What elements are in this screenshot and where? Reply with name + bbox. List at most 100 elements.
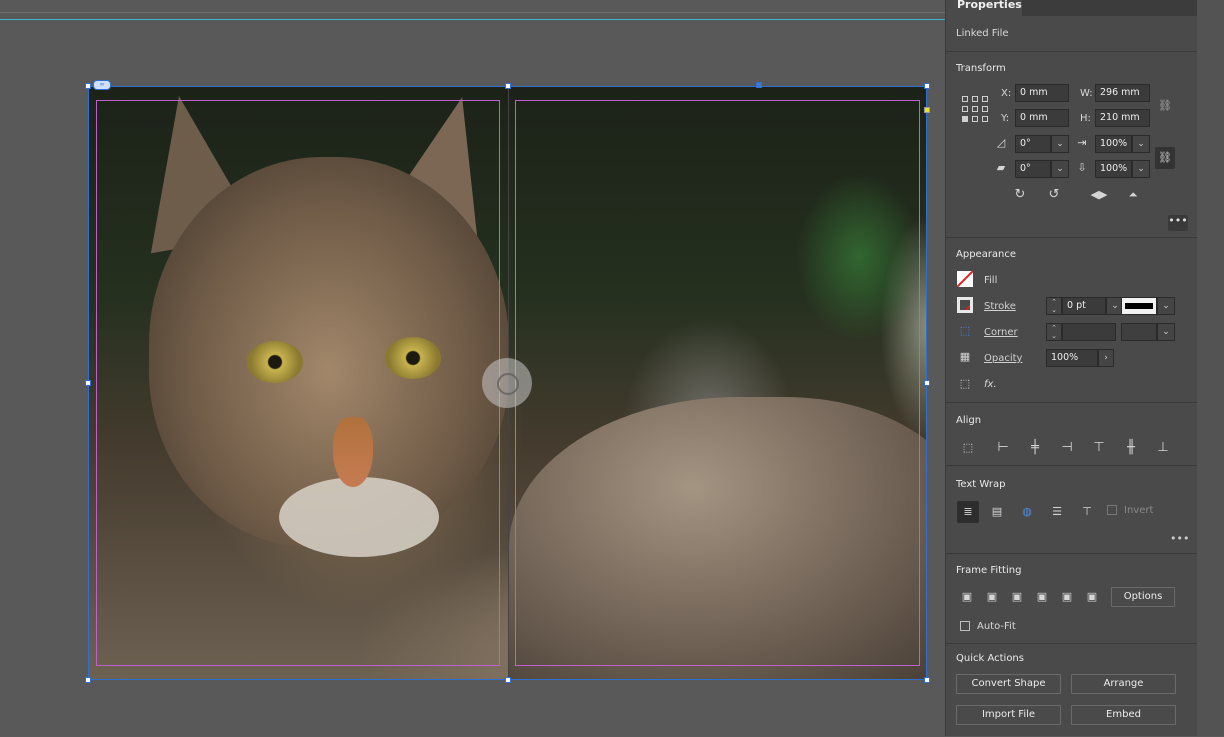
stroke-type-dropdown[interactable]: ⌄ xyxy=(1157,297,1175,315)
convert-shape-button[interactable]: Convert Shape xyxy=(956,674,1061,694)
stroke-swatch-none[interactable] xyxy=(957,297,973,313)
handle-content-top[interactable] xyxy=(756,82,762,88)
x-field[interactable]: 0 mm xyxy=(1015,84,1069,102)
stroke-weight-field[interactable]: 0 pt xyxy=(1062,297,1106,315)
appearance-title: Appearance xyxy=(956,249,1017,260)
stroke-type-swatch[interactable] xyxy=(1121,297,1157,315)
auto-fit-label: Auto-Fit xyxy=(977,621,1016,632)
live-corner-handle[interactable] xyxy=(924,107,930,113)
x-label: X: xyxy=(1001,88,1012,99)
corner-size-stepper[interactable]: ⌃ ⌄ xyxy=(1046,323,1062,341)
shear-field[interactable]: 0° xyxy=(1015,160,1051,178)
corner-label[interactable]: Corner xyxy=(984,327,1018,338)
align-vertical-centers-icon[interactable]: ╫ xyxy=(1122,439,1140,457)
tab-properties[interactable]: Properties xyxy=(946,0,1022,16)
transform-title: Transform xyxy=(956,63,1006,74)
handle-top-center[interactable] xyxy=(505,83,511,89)
transform-more-options-button[interactable]: ••• xyxy=(1168,215,1188,231)
opacity-checker-icon: ▦ xyxy=(959,350,971,363)
align-to-selection-icon[interactable]: ⬚ xyxy=(959,439,977,457)
opacity-slider-toggle[interactable]: › xyxy=(1098,349,1114,367)
height-field[interactable]: 210 mm xyxy=(1095,109,1150,127)
corner-size-field[interactable] xyxy=(1062,323,1116,341)
margin-guide-right-page xyxy=(515,100,920,666)
align-top-edges-icon[interactable]: ⊤ xyxy=(1090,439,1108,457)
align-section: Align ⬚ ⊢ ╪ ⊣ ⊤ ╫ ⊥ xyxy=(946,402,1198,466)
handle-bottom-left[interactable] xyxy=(85,677,91,683)
corner-shape-dropdown[interactable]: ⌄ xyxy=(1157,323,1175,341)
handle-top-right[interactable] xyxy=(924,83,930,89)
handle-bottom-center[interactable] xyxy=(505,677,511,683)
flip-horizontal-icon[interactable]: ◀▶ xyxy=(1090,186,1108,204)
jump-to-next-column-icon[interactable]: ⊤ xyxy=(1078,503,1096,521)
quick-actions-title: Quick Actions xyxy=(956,653,1024,664)
y-label: Y: xyxy=(1001,113,1010,124)
fit-content-proportionally-icon[interactable]: ▣ xyxy=(983,588,1001,606)
h-label: H: xyxy=(1080,113,1091,124)
content-grabber-icon[interactable] xyxy=(482,358,532,408)
fill-swatch-none[interactable] xyxy=(957,271,973,287)
shear-angle-icon: ▰ xyxy=(996,161,1006,174)
jump-object-icon[interactable]: ☰ xyxy=(1048,503,1066,521)
stroke-label[interactable]: Stroke xyxy=(984,301,1016,312)
rotate-ccw-icon[interactable]: ↺ xyxy=(1045,186,1063,204)
rotation-dropdown[interactable]: ⌄ xyxy=(1051,135,1069,153)
handle-bottom-right[interactable] xyxy=(924,677,930,683)
frame-fitting-section: Frame Fitting ▣ ▣ ▣ ▣ ▣ ▣ Options Auto-F… xyxy=(946,553,1198,644)
import-file-button[interactable]: Import File xyxy=(956,705,1061,725)
content-aware-fit-icon[interactable]: ▣ xyxy=(1083,588,1101,606)
width-field[interactable]: 296 mm xyxy=(1095,84,1150,102)
constrain-scale-chain-icon[interactable]: ⛓ xyxy=(1155,147,1175,169)
scale-x-field[interactable]: 100% xyxy=(1095,135,1132,153)
corner-options-icon[interactable]: ⬚ xyxy=(956,322,974,340)
invert-checkbox[interactable] xyxy=(1107,505,1117,515)
wrap-object-shape-icon[interactable]: ◍ xyxy=(1018,503,1036,521)
scale-y-field[interactable]: 100% xyxy=(1095,160,1132,178)
shear-dropdown[interactable]: ⌄ xyxy=(1051,160,1069,178)
align-left-edges-icon[interactable]: ⊢ xyxy=(994,439,1012,457)
transform-section: Transform X: 0 mm W: 296 mm Y: 0 mm H: 2… xyxy=(946,51,1198,238)
document-canvas[interactable]: ∞ xyxy=(0,0,945,736)
scale-y-icon: ⇩ xyxy=(1077,161,1087,174)
constrain-proportions-icon[interactable]: ⛓ xyxy=(1156,97,1174,115)
rotation-field[interactable]: 0° xyxy=(1015,135,1051,153)
linked-file-label[interactable]: Linked File xyxy=(956,28,1009,39)
wrap-none-icon[interactable]: ≣ xyxy=(957,501,979,523)
fill-label: Fill xyxy=(984,275,998,286)
stroke-weight-stepper[interactable]: ⌃ ⌄ xyxy=(1046,297,1062,315)
margin-guide-left-page xyxy=(96,100,500,666)
fill-frame-proportionally-icon[interactable]: ▣ xyxy=(958,588,976,606)
frame-fitting-title: Frame Fitting xyxy=(956,565,1022,576)
fx-label[interactable]: fx. xyxy=(984,379,997,390)
opacity-label[interactable]: Opacity xyxy=(984,353,1022,364)
reference-point-icon[interactable] xyxy=(962,96,988,122)
handle-middle-right[interactable] xyxy=(924,380,930,386)
opacity-field[interactable]: 100% xyxy=(1046,349,1098,367)
wrap-bounding-box-icon[interactable]: ▤ xyxy=(988,503,1006,521)
handle-top-left[interactable] xyxy=(85,83,91,89)
properties-panel: Properties Linked File Transform X: 0 mm… xyxy=(945,0,1198,736)
invert-label: Invert xyxy=(1124,505,1154,516)
arrange-button[interactable]: Arrange xyxy=(1071,674,1176,694)
fit-content-to-frame-icon[interactable]: ▣ xyxy=(1033,588,1051,606)
scale-y-dropdown[interactable]: ⌄ xyxy=(1132,160,1150,178)
text-wrap-more-options-icon[interactable]: ••• xyxy=(1170,532,1189,545)
flip-vertical-icon[interactable]: ⏶ xyxy=(1124,186,1142,204)
object-effects-icon[interactable]: ⬚ xyxy=(956,375,974,393)
corner-shape-select[interactable] xyxy=(1121,323,1157,341)
align-bottom-edges-icon[interactable]: ⊥ xyxy=(1154,439,1172,457)
fit-frame-to-content-icon[interactable]: ▣ xyxy=(1008,588,1026,606)
w-label: W: xyxy=(1080,88,1093,99)
frame-fitting-options-button[interactable]: Options xyxy=(1111,587,1175,607)
rotate-cw-icon[interactable]: ↻ xyxy=(1011,186,1029,204)
align-horizontal-centers-icon[interactable]: ╪ xyxy=(1026,439,1044,457)
auto-fit-checkbox[interactable] xyxy=(960,621,970,631)
y-field[interactable]: 0 mm xyxy=(1015,109,1069,127)
embed-button[interactable]: Embed xyxy=(1071,705,1176,725)
scale-x-dropdown[interactable]: ⌄ xyxy=(1132,135,1150,153)
link-badge-icon[interactable]: ∞ xyxy=(93,80,111,90)
handle-middle-left[interactable] xyxy=(85,380,91,386)
quick-actions-section: Quick Actions Convert Shape Arrange Impo… xyxy=(946,643,1198,737)
align-right-edges-icon[interactable]: ⊣ xyxy=(1058,439,1076,457)
center-content-icon[interactable]: ▣ xyxy=(1058,588,1076,606)
